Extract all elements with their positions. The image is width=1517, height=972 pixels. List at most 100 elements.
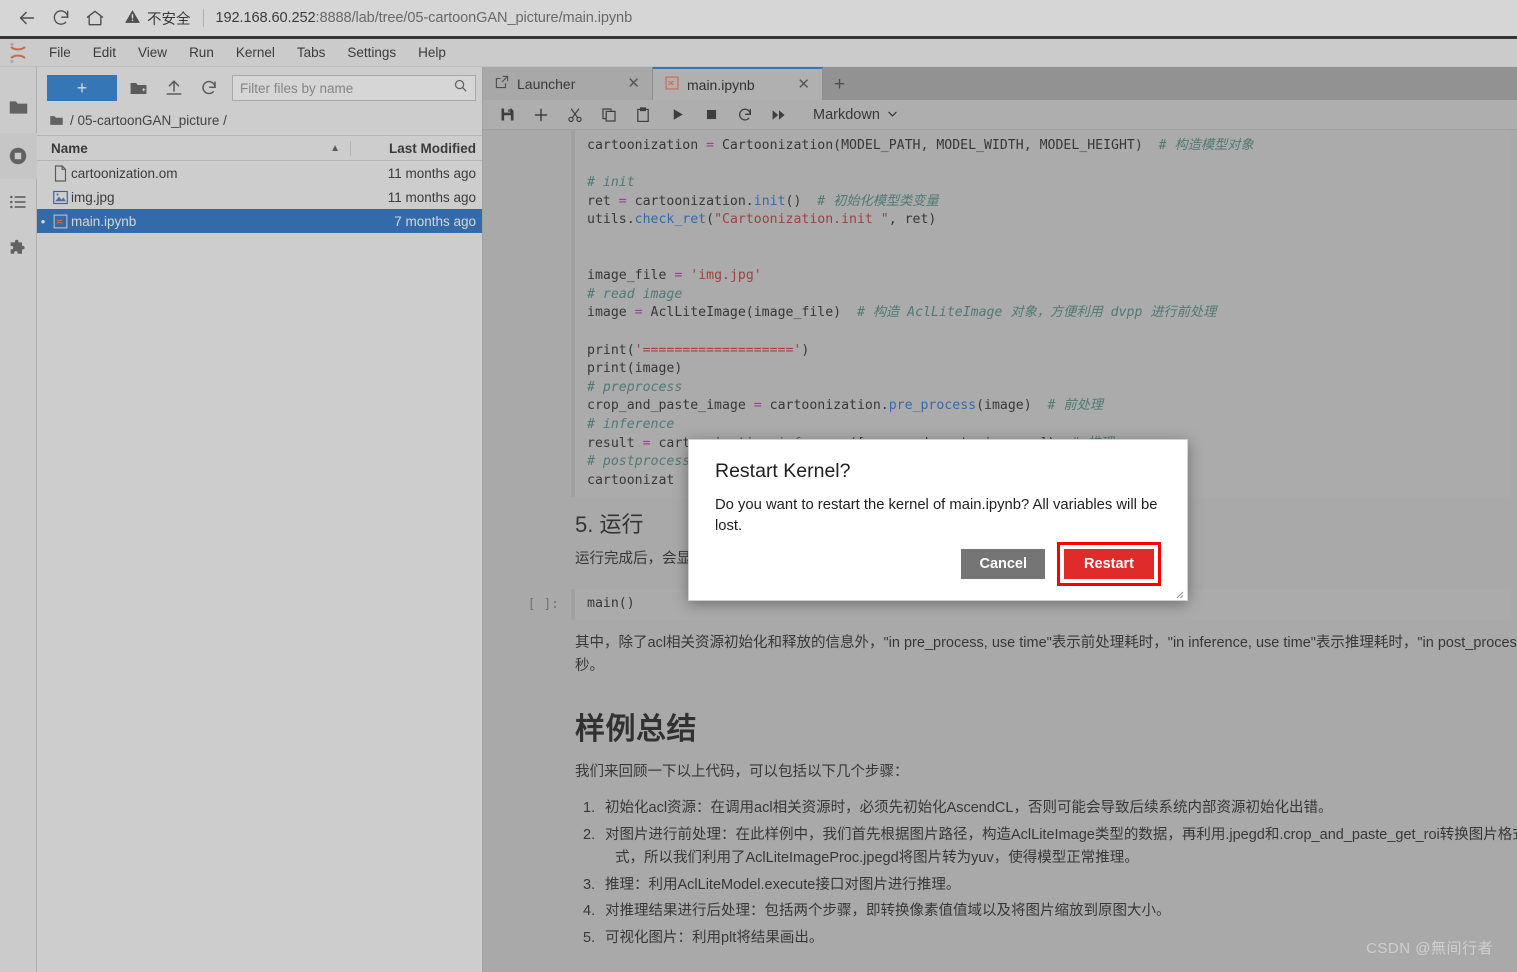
list-text: 可视化图片：利用plt将结果画出。 [605,929,824,946]
filter-files-box[interactable] [232,75,476,101]
refresh-icon[interactable] [195,75,222,101]
cell-type-select[interactable]: Markdown [813,107,898,123]
paste-icon[interactable] [629,102,657,128]
back-icon[interactable] [10,3,44,33]
home-icon[interactable] [78,3,112,33]
search-input[interactable] [240,80,453,96]
markdown-cell-summary[interactable]: 其中，除了acl相关资源初始化和释放的信息外，"in pre_process, … [483,620,1517,952]
breadcrumb[interactable]: / 05-cartoonGAN_picture / [37,108,482,135]
list-number: 4. [583,903,596,920]
code-line: image = AclLiteImage(image_file) # 构造 Ac… [587,305,1217,321]
resize-handle-icon[interactable] [1172,586,1184,599]
list-number: 1. [583,800,596,817]
file-modified: 7 months ago [394,213,476,229]
extension-manager-icon[interactable] [0,225,37,271]
tab-main-ipynb[interactable]: main.ipynb ✕ [653,67,823,100]
list-text: 推理：利用AclLiteModel.execute接口对图片进行推理。 [605,876,961,893]
security-indicator[interactable]: 不安全 [124,8,191,29]
file-browser-toolbar: + [37,67,482,108]
address-bar[interactable]: 不安全 192.168.60.252:8888/lab/tree/05-cart… [124,4,1517,32]
upload-icon[interactable] [160,75,187,101]
url-path: :8888/lab/tree/05-cartoonGAN_picture/mai… [315,10,633,26]
menu-run[interactable]: Run [178,40,225,66]
list-item[interactable]: cartoonization.om 11 months ago [37,161,482,185]
restart-icon[interactable] [731,102,759,128]
tab-bar: Launcher ✕ main.ipynb ✕ + [483,67,1517,100]
file-list-header: Name ▲ Last Modified [37,135,482,161]
list-item[interactable]: • main.ipynb 7 months ago [37,209,482,233]
code-line: cartoonization = Cartoonization(MODEL_PA… [587,138,1254,153]
cut-icon[interactable] [561,102,589,128]
menu-kernel[interactable]: Kernel [225,40,286,66]
list-item: 3. 推理：利用AclLiteModel.execute接口对图片进行推理。 [575,872,1517,899]
table-of-contents-icon[interactable] [0,179,37,225]
cell-prompt [483,130,571,497]
column-header-modified[interactable]: Last Modified [350,140,482,156]
tab-label: main.ipynb [687,76,755,93]
menu-edit[interactable]: Edit [82,40,127,66]
chevron-down-icon [887,107,898,123]
notebook-toolbar: Markdown [483,100,1517,130]
code-line: # inference [587,416,675,432]
column-header-name-label: Name [51,140,88,156]
close-icon[interactable]: ✕ [627,76,640,91]
cell-prompt: [ ]: [527,597,559,613]
url-host: 192.168.60.252 [215,10,316,26]
add-cell-icon[interactable] [527,102,555,128]
sort-ascending-icon: ▲ [330,142,340,154]
file-modified: 11 months ago [387,165,476,181]
dialog-title: Restart Kernel? [715,460,851,482]
dialog-actions: Cancel Restart [715,542,1163,586]
restart-button[interactable]: Restart [1064,549,1154,579]
code-line: utils.check_ret("Cartoonization.init ", … [587,212,937,228]
column-header-name[interactable]: Name ▲ [37,141,350,156]
close-icon[interactable]: ✕ [797,77,810,92]
file-modified: 11 months ago [387,189,476,205]
jupyter-logo-icon [6,41,32,65]
generic-file-icon [49,164,71,182]
new-folder-icon[interactable] [125,75,152,101]
warning-triangle-icon [124,8,141,29]
run-icon[interactable] [663,102,691,128]
menu-tabs[interactable]: Tabs [286,40,337,66]
running-kernels-icon[interactable] [0,133,37,179]
list-item: 4. 对推理结果进行后处理：包括两个步骤，即转换像素值值域以及将图片缩放到原图大… [575,899,1517,926]
restart-highlight-box: Restart [1057,542,1161,586]
list-item[interactable]: img.jpg 11 months ago [37,185,482,209]
new-tab-button[interactable]: + [823,70,856,100]
stop-icon[interactable] [697,102,725,128]
file-name: img.jpg [71,189,115,205]
list-text: 对推理结果进行后处理：包括两个步骤，即转换像素值值域以及将图片缩放到原图大小。 [605,903,1171,920]
dialog-body: Do you want to restart the kernel of mai… [715,497,1158,534]
restart-run-all-icon[interactable] [765,102,793,128]
menu-bar: File Edit View Run Kernel Tabs Settings … [0,39,1517,67]
cancel-button[interactable]: Cancel [961,549,1046,579]
folder-icon [49,113,64,128]
list-number: 2. [583,826,596,843]
activity-bar [0,67,37,972]
summary-heading: 样例总结 [575,712,697,746]
explanation-line-1: 其中，除了acl相关资源初始化和释放的信息外，"in pre_process, … [575,634,1517,651]
reload-icon[interactable] [44,3,78,33]
menu-help[interactable]: Help [407,40,457,66]
copy-icon[interactable] [595,102,623,128]
tab-launcher[interactable]: Launcher ✕ [483,67,653,100]
code-line: # init [587,175,635,191]
new-launcher-button[interactable]: + [47,75,117,101]
search-icon [453,78,468,98]
code-line: image_file = 'img.jpg' [587,268,762,284]
menu-file[interactable]: File [38,40,82,66]
file-name: cartoonization.om [71,165,178,181]
watermark: CSDN @無间行者 [1366,940,1493,957]
save-icon[interactable] [493,102,521,128]
launcher-icon [495,75,509,92]
list-number: 5. [583,929,596,946]
file-dirty-dot: • [40,213,46,229]
list-text: 初始化acl资源：在调用acl相关资源时，必须先初始化AscendCL，否则可能… [605,800,1333,817]
menu-settings[interactable]: Settings [336,40,407,66]
menu-view[interactable]: View [127,40,178,66]
file-browser-icon[interactable] [0,81,37,133]
